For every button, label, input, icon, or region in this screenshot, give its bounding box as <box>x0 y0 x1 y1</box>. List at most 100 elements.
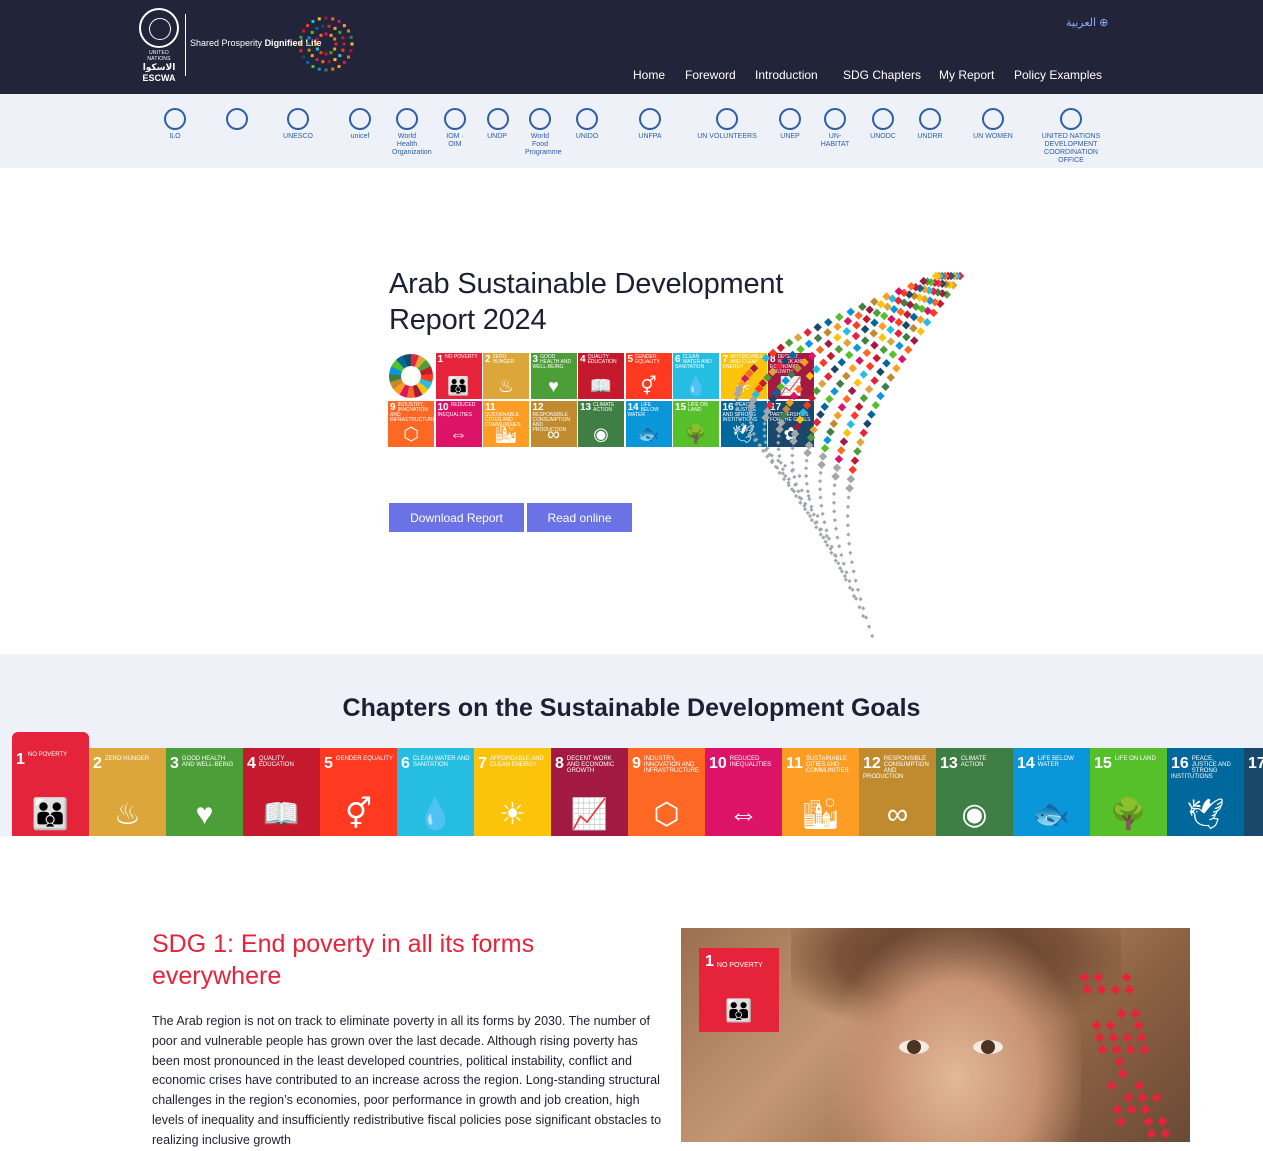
chapter-tile-sdg-7[interactable]: 7 AFFORDABLE AND CLEAN ENERGY ☀ <box>474 748 551 836</box>
chapter-tile-sdg-16[interactable]: 16 PEACE, JUSTICE AND STRONG INSTITUTIONS… <box>1167 748 1244 836</box>
partner-logo-undco[interactable]: UNITED NATIONS DEVELOPMENT COORDINATION … <box>1040 108 1102 165</box>
partner-logo-unicef[interactable]: unicef <box>343 108 377 141</box>
bowl-icon: ♨ <box>89 800 166 830</box>
chapter-tile-sdg-2[interactable]: 2 ZERO HUNGER ♨ <box>89 748 166 836</box>
nav-introduction[interactable]: Introduction <box>755 68 818 82</box>
wheel-dot <box>318 17 321 20</box>
wheel-dot <box>306 24 309 27</box>
chapter-tile-sdg-11[interactable]: 11 SUSTAINABLE CITIES AND COMMUNITIES 🏙 <box>782 748 859 836</box>
escwa-logo[interactable]: UNITED NATIONS الاسكوا ESCWA <box>137 8 181 80</box>
swoosh-dot <box>848 387 856 395</box>
photo-dot <box>1112 1045 1122 1055</box>
partner-logo-undp[interactable]: UNDP <box>487 108 507 141</box>
partner-logo-un-women[interactable]: UN WOMEN <box>963 108 1023 141</box>
un-agency-emblem-icon <box>287 108 309 130</box>
partner-logo-ilo[interactable]: ILO <box>145 108 205 141</box>
swoosh-dot <box>840 437 848 445</box>
tagline-regular: Shared Prosperity <box>190 38 262 48</box>
swoosh-dot <box>847 475 855 483</box>
wheel-dot <box>318 68 321 71</box>
swoosh-dot <box>836 561 840 565</box>
swoosh-dot <box>748 415 752 419</box>
swoosh-dot <box>895 341 903 349</box>
swoosh-dot <box>870 318 878 326</box>
swoosh-dot <box>880 312 888 320</box>
sun-icon: ☀ <box>474 800 551 830</box>
hero-sdg-tile-11: 11 SUSTAINABLE CITIES AND COMMUNITIES 🏙 <box>483 401 529 447</box>
chapter-tile-sdg-13[interactable]: 13 CLIMATE ACTION ◉ <box>936 748 1013 836</box>
wheel-dot <box>311 31 314 34</box>
swoosh-dot <box>846 495 850 499</box>
partner-logo-undrr[interactable]: UNDRR <box>915 108 945 141</box>
swoosh-dot <box>763 373 771 381</box>
partner-logo-iom[interactable]: IOM · OIM <box>440 108 470 149</box>
chapter-tile-sdg-9[interactable]: 9 INDUSTRY, INNOVATION AND INFRASTRUCTURE… <box>628 748 705 836</box>
photo-dot <box>1115 1057 1125 1067</box>
wheel-dot <box>325 17 328 20</box>
chapter-tile-sdg-1[interactable]: 1 NO POVERTY 👪 <box>12 732 89 836</box>
swoosh-dot <box>830 387 838 395</box>
partner-logo-who[interactable]: World Health Organization <box>392 108 422 157</box>
chapter-tile-sdg-17[interactable]: 17PARTNERSHIPS FOR THE GOALS✿ <box>1244 748 1263 836</box>
chapter-tile-sdg-5[interactable]: 5 GENDER EQUALITY ⚥ <box>320 748 397 836</box>
partner-logo-unv[interactable]: UN VOLUNTEERS <box>697 108 757 141</box>
wheel-dot <box>331 17 334 20</box>
wheel-dot <box>308 36 311 39</box>
swoosh-dot <box>857 605 861 609</box>
wheel-dot <box>316 48 319 51</box>
chapter-tile-sdg-12[interactable]: 12 RESPONSIBLE CONSUMPTION AND PRODUCTION… <box>859 748 936 836</box>
swoosh-dot <box>807 497 811 501</box>
chapter-number: 8 <box>555 756 564 772</box>
nav-home[interactable]: Home <box>633 68 665 82</box>
swoosh-dot <box>854 578 858 582</box>
swoosh-dot <box>845 351 853 359</box>
language-switch-link[interactable]: العربية ⊕ <box>1066 16 1108 29</box>
swoosh-dot <box>796 489 800 493</box>
family-icon: 👪 <box>436 377 482 395</box>
nav-policy-examples[interactable]: Policy Examples <box>1014 68 1102 82</box>
partner-logo-unep[interactable]: UNEP <box>775 108 805 141</box>
chapter-tile-sdg-15[interactable]: 15 LIFE ON LAND 🌳 <box>1090 748 1167 836</box>
swoosh-dot <box>798 501 802 505</box>
chapter-tile-sdg-4[interactable]: 4 QUALITY EDUCATION 📖 <box>243 748 320 836</box>
swoosh-dot <box>858 303 866 311</box>
partner-label: UNITED NATIONS DEVELOPMENT COORDINATION … <box>1040 133 1102 165</box>
swoosh-dot <box>805 441 813 449</box>
swoosh-dot <box>848 551 852 555</box>
partner-logo-unfpa[interactable]: UNFPA <box>620 108 680 141</box>
wheel-dot <box>338 65 341 68</box>
chapter-tile-sdg-14[interactable]: 14 LIFE BELOW WATER 🐟 <box>1013 748 1090 836</box>
download-report-button[interactable]: Download Report <box>389 503 524 532</box>
swoosh-dot <box>808 352 816 360</box>
partner-logo-wfp[interactable]: World Food Programme <box>525 108 555 157</box>
swoosh-dot <box>818 487 822 491</box>
partner-logo-unesco[interactable]: UNESCO <box>268 108 328 141</box>
swoosh-dot <box>861 606 865 610</box>
chapter-number: 4 <box>247 756 256 772</box>
partner-label: UNODC <box>868 133 898 141</box>
partner-logo-fao[interactable] <box>222 108 252 133</box>
swoosh-dot <box>812 512 816 516</box>
read-online-button[interactable]: Read online <box>527 503 632 532</box>
swoosh-dot <box>796 345 804 353</box>
swoosh-dot <box>873 309 881 317</box>
partner-logo-unodc[interactable]: UNODC <box>868 108 898 141</box>
swoosh-dot <box>916 327 924 335</box>
photo-dot <box>1137 1033 1147 1043</box>
photo-dot <box>1109 1033 1119 1043</box>
nav-sdg-chapters[interactable]: SDG Chapters <box>843 68 921 82</box>
photo-dot <box>1140 1045 1150 1055</box>
nav-foreword[interactable]: Foreword <box>685 68 736 82</box>
nav-my-report[interactable]: My Report <box>939 68 994 82</box>
infinity-icon: ∞ <box>859 800 936 830</box>
chapter-label: LIFE ON LAND <box>1115 756 1156 762</box>
partner-logo-unido[interactable]: UNIDO <box>572 108 602 141</box>
chapter-tile-sdg-10[interactable]: 10 REDUCED INEQUALITIES ⇔ <box>705 748 782 836</box>
chapter-tile-sdg-6[interactable]: 6 CLEAN WATER AND SANITATION 💧 <box>397 748 474 836</box>
swoosh-dot <box>825 543 829 547</box>
wheel-dot <box>351 43 354 46</box>
chapter-tile-sdg-8[interactable]: 8 DECENT WORK AND ECONOMIC GROWTH 📈 <box>551 748 628 836</box>
partner-logo-un-habitat[interactable]: UN-HABITAT <box>820 108 850 149</box>
chapter-tile-sdg-3[interactable]: 3 GOOD HEALTH AND WELL-BEING ♥ <box>166 748 243 836</box>
chapter-label: NO POVERTY <box>28 752 67 758</box>
